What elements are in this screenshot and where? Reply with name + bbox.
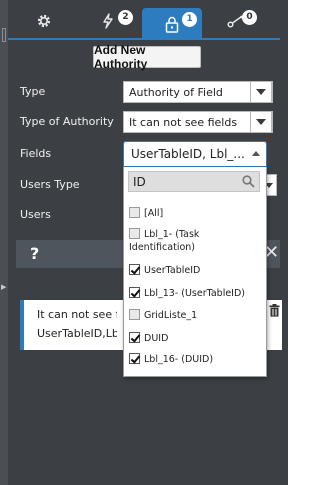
tab-actions[interactable]: 2	[78, 6, 138, 36]
lock-icon	[165, 16, 179, 33]
add-new-authority-button[interactable]: Add New Authority	[93, 43, 201, 71]
chevron-down-icon[interactable]	[250, 111, 272, 133]
checkbox[interactable]	[129, 309, 140, 320]
tab-badge: 1	[182, 12, 197, 27]
type-of-authority-select[interactable]: It can not see fields	[123, 111, 273, 133]
fields-multiselect[interactable]: UserTableID, Lbl_...	[123, 141, 267, 167]
tab-authorities[interactable]: 1	[142, 8, 202, 40]
field-option-usertableid[interactable]: UserTableID	[129, 264, 263, 277]
checkbox-checked[interactable]	[129, 287, 140, 298]
field-option-lbl-1[interactable]: Lbl_1- (Task Identification)	[129, 228, 263, 254]
tab-settings[interactable]	[14, 6, 74, 36]
field-option-lbl-16[interactable]: Lbl_16- (DUID)	[129, 353, 263, 366]
authority-panel: 2 1 0 Add New Authority Type Authority o…	[8, 0, 288, 485]
option-label: Lbl_13- (UserTableID)	[144, 288, 245, 299]
left-edge-strip: ▶	[0, 0, 8, 485]
option-label: [All]	[144, 208, 164, 219]
expand-arrow-icon[interactable]: ▶	[1, 283, 6, 291]
field-option-lbl-13[interactable]: Lbl_13- (UserTableID)	[129, 287, 263, 300]
type-value: Authority of Field	[129, 85, 223, 99]
tab-badge: 0	[242, 10, 257, 25]
fields-value: UserTableID, Lbl_...	[131, 147, 245, 161]
fields-search-input[interactable]	[133, 174, 233, 189]
type-select[interactable]: Authority of Field	[123, 81, 273, 103]
type-of-authority-value: It can not see fields	[129, 115, 238, 129]
field-option-gridliste-1[interactable]: GridListe_1	[129, 309, 263, 322]
tab-bar: 2 1 0	[8, 0, 280, 40]
checkbox-checked[interactable]	[129, 353, 140, 364]
option-label: Lbl_16- (DUID)	[144, 354, 214, 365]
checkbox-checked[interactable]	[129, 264, 140, 275]
fields-search-box	[128, 171, 260, 192]
lightning-icon	[102, 13, 114, 29]
card-fields-text: UserTableID,Lbl_13-,DUID	[37, 327, 117, 340]
fields-label: Fields	[20, 147, 52, 160]
type-of-authority-label: Type of Authority	[20, 115, 114, 128]
chevron-down-icon[interactable]	[250, 81, 272, 103]
chevron-up-icon[interactable]	[252, 151, 260, 156]
checkbox[interactable]	[129, 207, 140, 218]
users-type-label: Users Type	[20, 178, 80, 191]
edge-mark	[2, 28, 6, 42]
search-icon[interactable]	[242, 175, 255, 191]
checkbox-checked[interactable]	[129, 332, 140, 343]
help-icon[interactable]: ?	[30, 244, 39, 263]
checkbox[interactable]	[129, 228, 140, 239]
trash-icon[interactable]	[269, 304, 280, 320]
users-label: Users	[20, 208, 51, 221]
field-option-duid[interactable]: DUID	[129, 332, 263, 345]
type-label: Type	[20, 85, 46, 98]
tab-badge: 2	[118, 10, 133, 25]
card-type-text: It can not see fields	[37, 308, 117, 321]
option-label: UserTableID	[144, 265, 201, 276]
option-label: DUID	[144, 333, 169, 344]
fields-dropdown: [All] Lbl_1- (Task Identification) UserT…	[123, 167, 267, 377]
field-option-all[interactable]: [All]	[129, 207, 263, 220]
option-label: GridListe_1	[144, 310, 198, 321]
tab-connections[interactable]: 0	[206, 6, 266, 36]
gear-icon	[36, 13, 52, 29]
